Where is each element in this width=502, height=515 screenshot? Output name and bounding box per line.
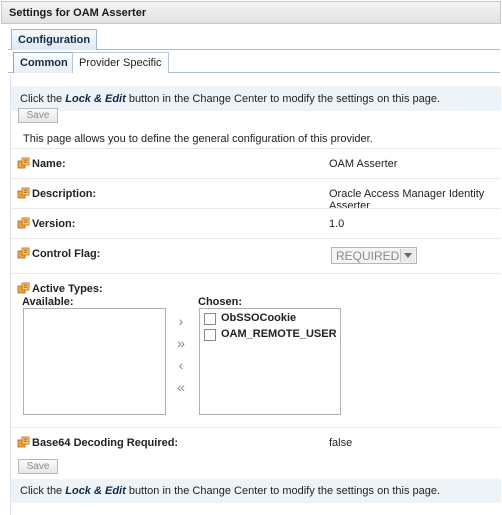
- tab-configuration[interactable]: Configuration: [11, 29, 98, 50]
- lock-edit-info-message: Click the Lock & Edit button in the Chan…: [11, 86, 501, 111]
- help-icon[interactable]: [17, 187, 31, 200]
- lock-edit-emphasis: Lock & Edit: [65, 485, 126, 497]
- control-flag-select[interactable]: REQUIRED: [331, 247, 417, 264]
- save-button-top[interactable]: Save: [18, 108, 58, 123]
- name-value: OAM Asserter: [329, 158, 398, 170]
- version-label: Version:: [32, 218, 76, 230]
- outer-tab-bar: Configuration: [8, 29, 500, 50]
- control-flag-value: REQUIRED: [336, 249, 400, 263]
- field-row-description: Description: Oracle Access Manager Ident…: [11, 178, 501, 212]
- info-text-before: Click the: [20, 93, 66, 105]
- chosen-item-label: OAM_REMOTE_USER: [221, 328, 337, 340]
- checkbox[interactable]: [204, 313, 216, 325]
- info-text-before: Click the: [20, 485, 66, 497]
- lock-edit-info-message-bottom: Click the Lock & Edit button in the Chan…: [11, 479, 501, 503]
- move-right-icon[interactable]: ›: [173, 314, 189, 328]
- base64-value: false: [329, 437, 353, 449]
- save-button-bottom[interactable]: Save: [18, 459, 58, 474]
- tab-common[interactable]: Common: [13, 52, 75, 73]
- chosen-item-label: ObSSOCookie: [221, 312, 297, 324]
- help-icon[interactable]: [17, 436, 31, 449]
- field-row-active-types: Active Types: Available: Chosen: › » ‹ «…: [11, 273, 501, 427]
- available-list-label: Available:: [22, 296, 74, 308]
- field-row-control-flag: Control Flag: REQUIRED: [11, 238, 501, 273]
- info-text-after: button in the Change Center to modify th…: [125, 485, 441, 497]
- available-listbox[interactable]: [23, 308, 166, 415]
- description-label: Description:: [32, 188, 97, 200]
- move-all-right-icon[interactable]: »: [173, 336, 189, 350]
- window-title: Settings for OAM Asserter: [1, 1, 501, 24]
- name-label: Name:: [32, 158, 66, 170]
- move-all-left-icon[interactable]: «: [173, 380, 189, 394]
- version-value: 1.0: [329, 218, 345, 230]
- control-flag-label: Control Flag:: [32, 248, 101, 260]
- active-types-label: Active Types:: [32, 283, 103, 295]
- field-row-base64: Base64 Decoding Required: false: [11, 427, 501, 455]
- chevron-down-icon[interactable]: [400, 249, 415, 262]
- page-description: This page allows you to define the gener…: [23, 133, 373, 145]
- help-icon[interactable]: [17, 157, 31, 170]
- move-left-icon[interactable]: ‹: [173, 358, 189, 372]
- chosen-list-label: Chosen:: [198, 296, 242, 308]
- checkbox[interactable]: [204, 329, 216, 341]
- lock-edit-emphasis: Lock & Edit: [65, 93, 126, 105]
- info-text-after: button in the Change Center to modify th…: [125, 93, 441, 105]
- help-icon[interactable]: [17, 282, 31, 295]
- tab-provider-specific[interactable]: Provider Specific: [72, 52, 169, 73]
- field-row-version: Version: 1.0: [11, 208, 501, 238]
- inner-tab-bar: Common Provider Specific: [8, 52, 500, 73]
- chosen-listbox[interactable]: ObSSOCookie OAM_REMOTE_USER: [199, 308, 341, 415]
- content-panel: Click the Lock & Edit button in the Chan…: [10, 75, 501, 515]
- help-icon[interactable]: [17, 217, 31, 230]
- field-row-name: Name: OAM Asserter: [11, 148, 501, 178]
- base64-label: Base64 Decoding Required:: [32, 437, 179, 449]
- help-icon[interactable]: [17, 247, 31, 260]
